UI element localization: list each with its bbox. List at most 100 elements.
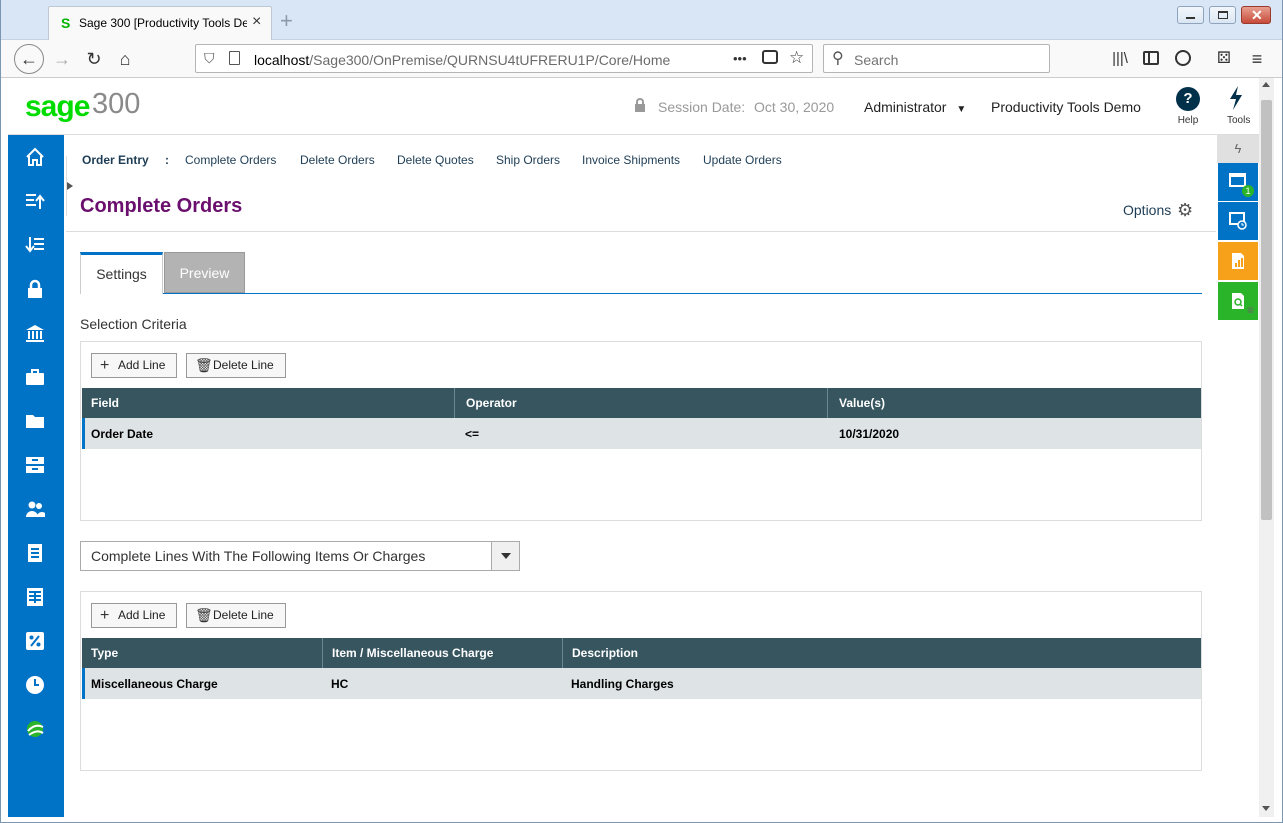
nav-accounts-receivable[interactable] [8, 223, 64, 267]
cell-field[interactable]: Order Date [91, 427, 153, 441]
forward-button[interactable]: → [50, 48, 74, 70]
lightning-icon[interactable]: ϟ [1217, 135, 1259, 163]
dropdown-button[interactable] [491, 542, 519, 570]
cell-description[interactable]: Handling Charges [571, 677, 674, 691]
pocket-icon[interactable] [762, 50, 778, 64]
list-down-arrow-icon [25, 237, 44, 253]
nav-tax-services[interactable] [8, 619, 64, 663]
lock-icon [635, 98, 645, 112]
search-bar[interactable]: ⚲ Search [823, 44, 1050, 73]
url-text[interactable]: localhost/Sage300/OnPremise/QURNSU4tUFRE… [254, 52, 670, 68]
nav-accounts-payable[interactable] [8, 179, 64, 223]
document-icon [28, 544, 42, 562]
add-line-button[interactable]: + Add Line [91, 603, 177, 628]
breadcrumb-invoice-shipments[interactable]: Invoice Shipments [582, 153, 680, 167]
extensions-gift-icon[interactable]: ⚄ [1212, 48, 1236, 70]
table-row[interactable]: Miscellaneous Charge HC Handling Charges [82, 668, 1201, 699]
nav-reports[interactable] [8, 575, 64, 619]
breadcrumb-delete-quotes[interactable]: Delete Quotes [397, 153, 474, 167]
nav-customers[interactable] [8, 487, 64, 531]
breadcrumb-delete-orders[interactable]: Delete Orders [300, 153, 375, 167]
plus-icon: + [100, 607, 110, 624]
home-button[interactable]: ⌂ [113, 48, 137, 70]
recent-windows-button[interactable] [1218, 202, 1258, 240]
help-label[interactable]: Help [1176, 115, 1200, 126]
sidebar-toggle-icon[interactable] [1143, 51, 1159, 65]
breadcrumb-complete-orders[interactable]: Complete Orders [185, 153, 276, 167]
gear-icon[interactable]: ⚙ [1177, 200, 1193, 221]
bookmark-star-icon[interactable]: ☆ [789, 48, 804, 68]
breadcrumb-update-orders[interactable]: Update Orders [703, 153, 782, 167]
nav-documents[interactable] [8, 399, 64, 443]
nav-order-entry[interactable] [8, 531, 64, 575]
options-button[interactable]: Options [1123, 202, 1171, 218]
nav-inventory[interactable] [8, 443, 64, 487]
library-icon[interactable]: |||\ [1108, 48, 1132, 70]
column-header-item[interactable]: Item / Miscellaneous Charge [332, 646, 493, 660]
reports-button[interactable] [1218, 242, 1258, 280]
new-tab-button[interactable]: + [280, 8, 293, 34]
url-bar[interactable]: ⛉ localhost/Sage300/OnPremise/QURNSU4tUF… [195, 44, 813, 73]
tab-close-icon[interactable]: × [252, 13, 261, 31]
column-header-field[interactable]: Field [91, 396, 119, 410]
scroll-down-arrow-icon[interactable] [1262, 806, 1270, 811]
cell-value[interactable]: 10/31/2020 [839, 427, 899, 441]
maximize-button[interactable] [1209, 6, 1236, 24]
user-name: Administrator [864, 99, 947, 115]
breadcrumb-ship-orders[interactable]: Ship Orders [496, 153, 560, 167]
page-actions-button[interactable]: ••• [733, 51, 747, 66]
help-icon[interactable]: ? [1176, 87, 1200, 111]
breadcrumb-module[interactable]: Order Entry [82, 153, 149, 167]
nav-security[interactable] [8, 267, 64, 311]
account-icon[interactable] [1175, 50, 1191, 66]
cell-item[interactable]: HC [331, 677, 348, 691]
scroll-up-arrow-icon[interactable] [1262, 82, 1270, 87]
reload-button[interactable]: ↻ [82, 48, 106, 70]
left-navigation [8, 135, 64, 817]
menu-hamburger-icon[interactable]: ≡ [1245, 48, 1269, 70]
panel-grip-icon[interactable]: ≡ [1247, 303, 1254, 317]
session-date-label: Session Date: [658, 99, 746, 115]
scrollbar-thumb[interactable] [1261, 100, 1272, 520]
vertical-scrollbar[interactable] [1259, 78, 1274, 817]
window-close-button[interactable]: ✕ [1241, 6, 1271, 24]
tab-preview[interactable]: Preview [164, 252, 245, 293]
windows-button[interactable]: 1 [1218, 163, 1258, 201]
back-button[interactable]: ← [14, 44, 44, 74]
tab-settings[interactable]: Settings [80, 252, 163, 294]
tools-label[interactable]: Tools [1227, 115, 1250, 126]
nav-bank[interactable] [8, 311, 64, 355]
column-header-description[interactable]: Description [572, 646, 638, 660]
shield-icon[interactable]: ⛉ [204, 50, 215, 67]
table-row[interactable]: Order Date <= 10/31/2020 [82, 418, 1201, 449]
items-grid-header: Type Item / Miscellaneous Charge Descrip… [82, 638, 1201, 668]
cell-type[interactable]: Miscellaneous Charge [91, 677, 218, 691]
cell-operator[interactable]: <= [465, 427, 479, 441]
chevron-down-icon: ▼ [956, 104, 967, 115]
minimize-button[interactable] [1177, 6, 1204, 24]
nav-sage-ecosystem[interactable] [8, 707, 64, 751]
browser-tab[interactable]: S Sage 300 [Productivity Tools De × [48, 6, 272, 40]
sage-logo: sage [25, 90, 90, 123]
chevron-down-icon [501, 553, 511, 559]
panel-toggle[interactable] [66, 156, 74, 216]
nav-home[interactable] [8, 135, 64, 179]
session-date-value[interactable]: Oct 30, 2020 [754, 99, 834, 115]
user-menu[interactable]: Administrator ▼ [864, 99, 966, 115]
add-line-button[interactable]: + Add Line [91, 353, 177, 378]
column-header-type[interactable]: Type [91, 646, 118, 660]
window-count-badge: 1 [1242, 185, 1254, 197]
lightning-tools-icon[interactable] [1228, 86, 1244, 110]
company-name[interactable]: Productivity Tools Demo [991, 99, 1141, 115]
lines-option-select[interactable]: Complete Lines With The Following Items … [80, 541, 520, 571]
chevron-right-icon[interactable] [67, 182, 73, 190]
column-header-values[interactable]: Value(s) [839, 396, 885, 410]
column-header-operator[interactable]: Operator [466, 396, 517, 410]
nav-history[interactable] [8, 663, 64, 707]
window-clock-icon [1229, 212, 1247, 230]
delete-line-button[interactable]: 🗑 Delete Line [186, 603, 286, 628]
percent-icon [26, 632, 44, 650]
nav-general-ledger[interactable] [8, 355, 64, 399]
column-separator [322, 638, 323, 668]
delete-line-button[interactable]: 🗑 Delete Line [186, 353, 286, 378]
